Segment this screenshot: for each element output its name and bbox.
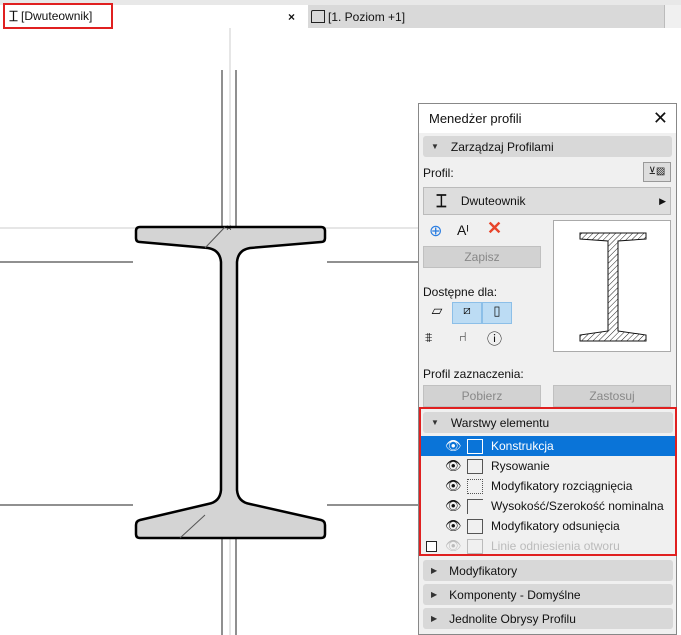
ibeam-icon: ⌶ [9, 7, 19, 25]
save-button[interactable]: Zapisz [423, 246, 541, 268]
chevron-right-icon: ▶ [659, 195, 666, 206]
section-label: Komponenty - Domyślne [449, 587, 581, 602]
column-icon[interactable]: ▯ [482, 302, 512, 324]
delete-profile-icon[interactable]: ✕ [487, 218, 502, 239]
construction-icon [467, 438, 483, 454]
section-label: Jednolite Obrysy Profilu [449, 611, 576, 626]
eye-icon[interactable]: 👁 [445, 498, 462, 514]
profile-preview [553, 220, 671, 352]
section-label: Modyfikatory [449, 563, 518, 578]
wall-icon[interactable]: ▱ [423, 302, 451, 324]
tab-bar: ⌶ [Dwuteownik] × [1. Poziom +1] [0, 0, 681, 29]
get-button[interactable]: Pobierz [423, 385, 541, 407]
origin-marker: × [226, 223, 232, 234]
apply-button[interactable]: Zastosuj [553, 385, 671, 407]
layer-label: Modyfikatory rozciągnięcia [491, 479, 633, 493]
close-tab-icon[interactable]: × [288, 10, 295, 24]
offset-modifier-icon [467, 518, 483, 534]
collapsed-triangle-icon: ▶ [431, 614, 438, 623]
layer-label: Rysowanie [491, 459, 550, 473]
layer-item[interactable]: 👁 Rysowanie [421, 456, 675, 476]
layer-item[interactable]: 👁 Modyfikatory odsunięcia [421, 516, 675, 536]
railing-icon[interactable]: ⩨ [425, 330, 432, 346]
layer-item[interactable]: 👁 Wysokość/Szerokość nominalna [421, 496, 675, 516]
stretch-modifier-icon [467, 478, 483, 494]
section-label: Warstwy elementu [450, 415, 550, 430]
profile-selector[interactable]: ⌶ Dwuteownik ▶ [423, 187, 671, 215]
section-label: Zarządzaj Profilami [450, 139, 554, 154]
element-layers-group: ▼ Warstwy elementu 👁 Konstrukcja 👁 Rysowani… [419, 407, 677, 556]
section-solid-outlines[interactable]: ▶ Jednolite Obrysy Profilu [423, 608, 673, 629]
opening-reference-icon [467, 538, 483, 554]
tab-label: [1. Poziom +1] [328, 9, 406, 24]
preview-ibeam-icon [579, 232, 647, 342]
info-icon[interactable]: ⓘ [487, 328, 502, 349]
collapsed-triangle-icon: ▶ [431, 566, 438, 575]
section-manage-profiles[interactable]: ▼ Zarządzaj Profilami [423, 136, 672, 157]
eye-icon[interactable]: 👁 [445, 478, 462, 494]
collapsed-triangle-icon: ▶ [431, 590, 438, 599]
layer-label: Konstrukcja [491, 439, 554, 453]
profile-label: Profil: [423, 166, 454, 180]
profile-name: Dwuteownik [460, 194, 526, 208]
tab-dwuteownik[interactable]: ⌶ [Dwuteownik] × [0, 3, 308, 29]
layer-checkbox[interactable] [426, 540, 437, 552]
section-components[interactable]: ▶ Komponenty - Domyślne [423, 584, 673, 605]
rename-profile-icon[interactable]: Aᴵ [457, 222, 469, 238]
section-modifiers[interactable]: ▶ Modyfikatory [423, 560, 673, 581]
layer-item[interactable]: 👁 Linie odniesienia otworu [421, 536, 675, 556]
profile-manager-panel: Menedżer profili ✕ ▼ Zarządzaj Profilami … [418, 103, 677, 635]
profile-options-icon[interactable]: ⊻▨ [643, 162, 671, 182]
drawing-icon [467, 458, 483, 474]
layer-label: Linie odniesienia otworu [491, 539, 620, 553]
layer-label: Modyfikatory odsunięcia [491, 519, 620, 533]
panel-title-bar: Menedżer profili ✕ [419, 104, 676, 133]
selection-profile-label: Profil zaznaczenia: [423, 367, 524, 381]
eye-icon[interactable]: 👁 [445, 458, 462, 474]
tab-poziom[interactable]: [1. Poziom +1] [308, 5, 665, 28]
layer-item[interactable]: 👁 Modyfikatory rozciągnięcia [421, 476, 675, 496]
expanded-triangle-icon: ▼ [431, 142, 439, 151]
available-for-label: Dostępne dla: [423, 285, 498, 299]
tab-label-box: ⌶ [Dwuteownik] [3, 3, 113, 29]
tab-label: [Dwuteownik] [21, 9, 93, 23]
eye-icon[interactable]: 👁 [445, 438, 462, 454]
layer-label: Wysokość/Szerokość nominalna [491, 499, 664, 513]
floor-plan-icon [311, 10, 325, 23]
eye-icon[interactable]: 👁 [445, 538, 462, 554]
chair-icon[interactable]: ⑁ [459, 329, 467, 344]
nominal-size-icon [467, 498, 483, 514]
eye-icon[interactable]: 👁 [445, 518, 462, 534]
layer-item[interactable]: 👁 Konstrukcja [421, 436, 675, 456]
close-icon[interactable]: ✕ [653, 108, 668, 129]
expanded-triangle-icon: ▼ [431, 418, 439, 427]
ibeam-profile-shape [134, 225, 327, 540]
section-element-layers[interactable]: ▼ Warstwy elementu [423, 412, 673, 433]
ibeam-icon: ⌶ [436, 190, 447, 211]
beam-icon[interactable]: ⧄ [452, 302, 482, 324]
add-profile-icon[interactable]: ⊕ [429, 221, 442, 241]
panel-title: Menedżer profili [429, 111, 522, 126]
